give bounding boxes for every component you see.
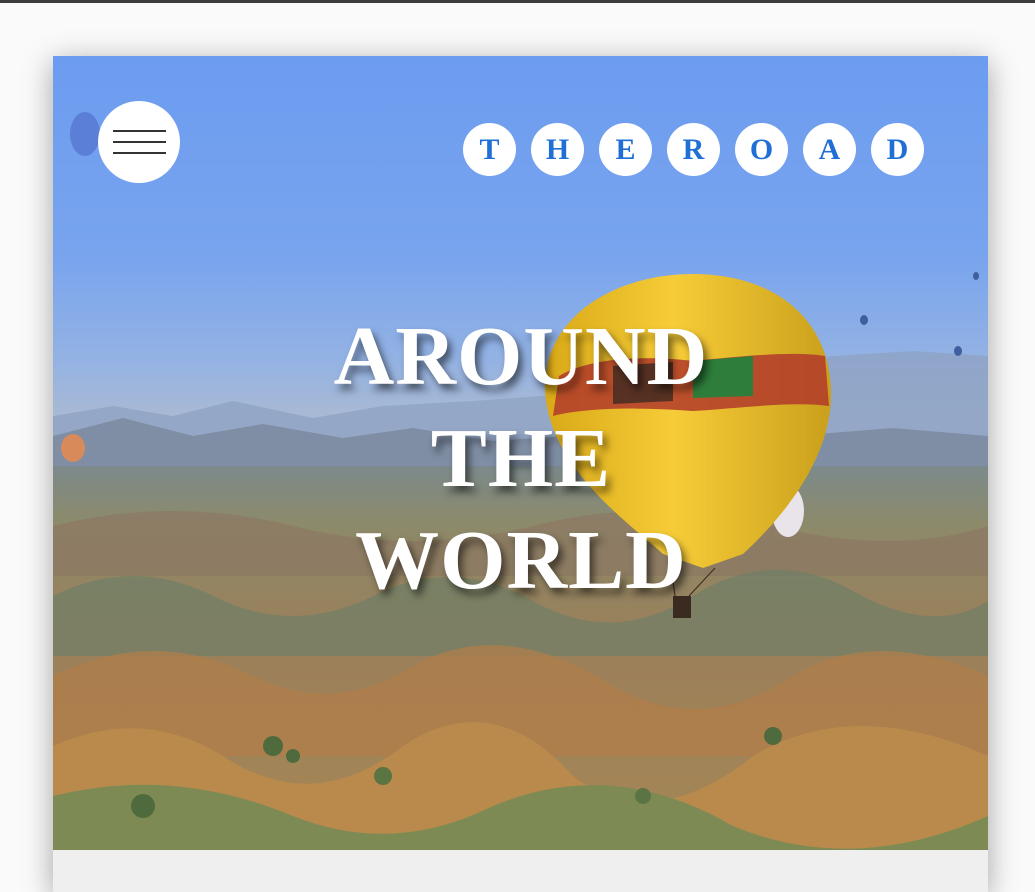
site-logo[interactable]: T H E R O A D xyxy=(463,123,924,176)
headline-line: WORLD xyxy=(355,514,687,607)
content-section xyxy=(53,850,988,892)
headline-line: AROUND xyxy=(333,310,709,403)
hero-card: T H E R O A D AROUND THE WORLD xyxy=(53,56,988,892)
hero-banner: T H E R O A D AROUND THE WORLD xyxy=(53,56,988,850)
logo-letter: R xyxy=(667,123,720,176)
logo-letter: D xyxy=(871,123,924,176)
headline-line: THE xyxy=(430,412,612,505)
logo-letter: T xyxy=(463,123,516,176)
menu-button[interactable] xyxy=(98,101,180,183)
logo-letter: A xyxy=(803,123,856,176)
logo-letter: E xyxy=(599,123,652,176)
top-border xyxy=(0,0,1035,3)
logo-letter: H xyxy=(531,123,584,176)
logo-letter: O xyxy=(735,123,788,176)
hero-headline: AROUND THE WORLD xyxy=(271,306,771,612)
